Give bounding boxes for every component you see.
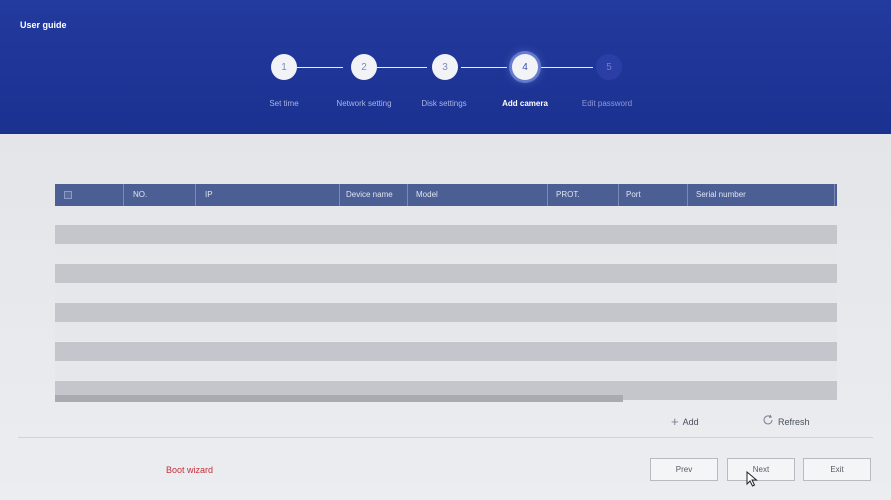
add-label: Add [682, 416, 699, 427]
step-3-label: Disk settings [421, 99, 467, 108]
table-row[interactable] [55, 264, 837, 283]
table-row[interactable] [55, 283, 837, 302]
column-separator [834, 184, 835, 206]
step-1-label: Set time [269, 99, 299, 108]
horizontal-scrollbar[interactable] [55, 395, 623, 402]
boot-wizard-toggle[interactable]: Boot wizard [166, 465, 213, 475]
prev-button[interactable]: Prev [650, 458, 718, 481]
step-5-circle: 5 [596, 54, 622, 80]
next-button[interactable]: Next [727, 458, 795, 481]
refresh-button[interactable]: Refresh [762, 414, 810, 429]
column-separator [547, 184, 548, 206]
table-row[interactable] [55, 361, 837, 380]
column-header-serial-number[interactable]: Serial number [696, 184, 746, 206]
step-4-label: Add camera [502, 99, 548, 108]
wizard-stepper: 1 2 3 4 5 Set time Network setting Disk … [0, 0, 891, 134]
step-3-circle[interactable]: 3 [432, 54, 458, 80]
plus-icon: + [671, 414, 679, 429]
table-header: NO. IP Device name Model PROT. Port Seri… [55, 184, 837, 206]
select-all-checkbox[interactable] [64, 191, 72, 199]
column-separator [339, 184, 340, 206]
column-separator [123, 184, 124, 206]
step-connector [297, 67, 343, 68]
step-connector [461, 67, 507, 68]
column-separator [687, 184, 688, 206]
step-5-label: Edit password [581, 99, 633, 108]
table-row[interactable] [55, 303, 837, 322]
camera-table: NO. IP Device name Model PROT. Port Seri… [55, 184, 837, 402]
mouse-cursor-icon [746, 470, 758, 489]
add-button[interactable]: + Add [671, 414, 699, 429]
column-separator [618, 184, 619, 206]
column-separator [195, 184, 196, 206]
column-header-no[interactable]: NO. [133, 184, 147, 206]
step-connector [541, 67, 593, 68]
refresh-icon [762, 414, 774, 429]
table-row[interactable] [55, 322, 837, 341]
step-1-circle[interactable]: 1 [271, 54, 297, 80]
table-row[interactable] [55, 244, 837, 263]
table-row[interactable] [55, 342, 837, 361]
table-row[interactable] [55, 206, 837, 225]
column-separator [407, 184, 408, 206]
step-2-circle[interactable]: 2 [351, 54, 377, 80]
column-header-port[interactable]: Port [626, 184, 641, 206]
step-2-label: Network setting [336, 99, 392, 108]
header-bar: User guide 1 2 3 4 5 Set time Network se… [0, 0, 891, 134]
column-header-prot[interactable]: PROT. [556, 184, 580, 206]
step-connector [377, 67, 427, 68]
exit-button[interactable]: Exit [803, 458, 871, 481]
column-header-ip[interactable]: IP [205, 184, 213, 206]
column-header-device-name[interactable]: Device name [346, 184, 393, 206]
refresh-label: Refresh [778, 416, 810, 427]
step-4-circle[interactable]: 4 [512, 54, 538, 80]
column-header-model[interactable]: Model [416, 184, 438, 206]
table-row[interactable] [55, 225, 837, 244]
footer-divider [18, 437, 873, 438]
